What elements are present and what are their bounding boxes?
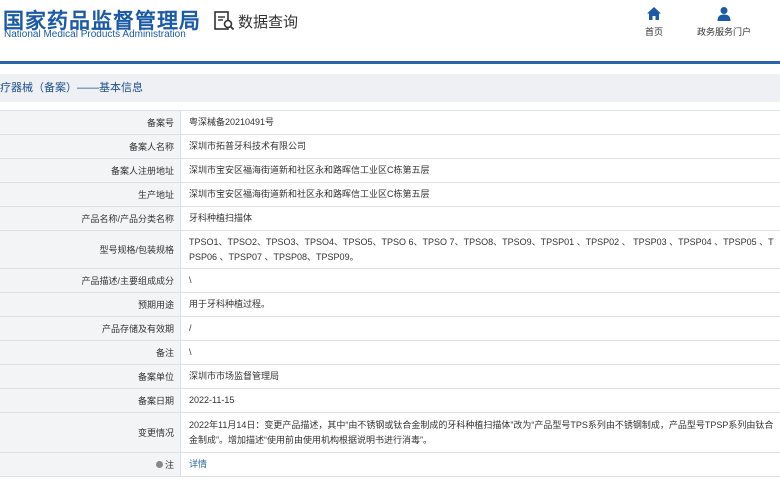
table-row: 变更情况 2022年11月14日：变更产品描述，其中“由不锈钢或钛合金制成的牙科…	[0, 413, 780, 453]
table-row: 备案单位 深圳市市场监督管理局	[0, 365, 780, 389]
user-icon	[717, 7, 731, 21]
details-link[interactable]: 详情	[189, 457, 207, 472]
header-divider	[0, 61, 780, 64]
row-label: 备注	[0, 341, 181, 364]
row-value: 粤深械备20210491号	[189, 117, 275, 127]
table-row: 型号规格/包装规格 TPSO1、TPSO2、TPSO3、TPSO4、TPSO5、…	[0, 231, 780, 269]
document-search-icon	[214, 11, 235, 31]
row-label: 变更情况	[0, 413, 181, 452]
table-row: 生产地址 深圳市宝安区福海街道新和社区永和路晖信工业区C栋第五层	[0, 183, 780, 207]
row-label: 备案人注册地址	[0, 159, 181, 182]
record-info-table: 备案号 粤深械备20210491号 备案人名称 深圳市拓普牙科技术有限公司 备案…	[0, 110, 780, 477]
table-row: 注 详情	[0, 453, 780, 477]
row-value: 深圳市宝安区福海街道新和社区永和路晖信工业区C栋第五层	[189, 189, 430, 199]
row-label: 生产地址	[0, 183, 181, 206]
table-row: 预期用途 用于牙科种植过程。	[0, 293, 780, 317]
row-value: 2022年11月14日：变更产品描述，其中“由不锈钢或钛合金制成的牙科种植扫描体…	[189, 419, 774, 445]
nav-portal-link[interactable]: 政务服务门户	[697, 6, 751, 38]
row-label: 备案号	[0, 111, 181, 134]
row-value: 深圳市市场监督管理局	[189, 371, 280, 381]
row-label: 备案日期	[0, 389, 181, 412]
nav-home-link[interactable]: 首页	[645, 6, 663, 38]
table-row: 备案日期 2022-11-15	[0, 389, 780, 413]
data-query-label: 数据查询	[238, 13, 299, 31]
table-row: 备案人名称 深圳市拓普牙科技术有限公司	[0, 135, 780, 159]
row-label: 备案人名称	[0, 135, 181, 158]
row-label: 产品描述/主要组成成分	[0, 269, 181, 292]
section-title: 疗器械（备案）——基本信息	[0, 74, 780, 102]
row-value: 详情	[181, 453, 780, 476]
data-query-link[interactable]: 数据查询	[213, 10, 298, 32]
nav-portal-label: 政务服务门户	[697, 27, 752, 37]
row-label: 预期用途	[0, 293, 181, 316]
row-value: 牙科种植扫描体	[189, 213, 253, 223]
site-logo-en[interactable]: National Medical Products Administration	[4, 29, 186, 40]
table-row: 备案号 粤深械备20210491号	[0, 111, 780, 135]
row-value: \	[189, 275, 192, 285]
row-value: 2022-11-15	[189, 395, 235, 405]
row-label: 产品名称/产品分类名称	[0, 207, 181, 230]
row-label: 产品存储及有效期	[0, 317, 181, 340]
row-value: /	[189, 323, 192, 333]
row-label: 型号规格/包装规格	[0, 231, 181, 268]
table-row: 产品存储及有效期 /	[0, 317, 780, 341]
home-icon	[647, 7, 661, 20]
row-label-text: 注	[164, 460, 174, 470]
table-row: 产品名称/产品分类名称 牙科种植扫描体	[0, 207, 780, 231]
row-value: 用于牙科种植过程。	[189, 299, 271, 309]
table-row: 备案人注册地址 深圳市宝安区福海街道新和社区永和路晖信工业区C栋第五层	[0, 159, 780, 183]
table-row: 产品描述/主要组成成分 \	[0, 269, 780, 293]
row-value: TPSO1、TPSO2、TPSO3、TPSO4、TPSO5、TPSO 6、TPS…	[189, 236, 774, 262]
row-label: 备案单位	[0, 365, 181, 388]
row-value: 深圳市宝安区福海街道新和社区永和路晖信工业区C栋第五层	[189, 165, 430, 175]
row-label: 注	[0, 453, 181, 476]
nav-home-label: 首页	[645, 27, 664, 37]
row-value: 深圳市拓普牙科技术有限公司	[189, 141, 307, 151]
table-row: 备注 \	[0, 341, 780, 365]
note-icon	[155, 461, 163, 468]
row-value: \	[189, 347, 192, 357]
site-header: 国家药品监督管理局 National Medical Products Admi…	[0, 0, 780, 62]
